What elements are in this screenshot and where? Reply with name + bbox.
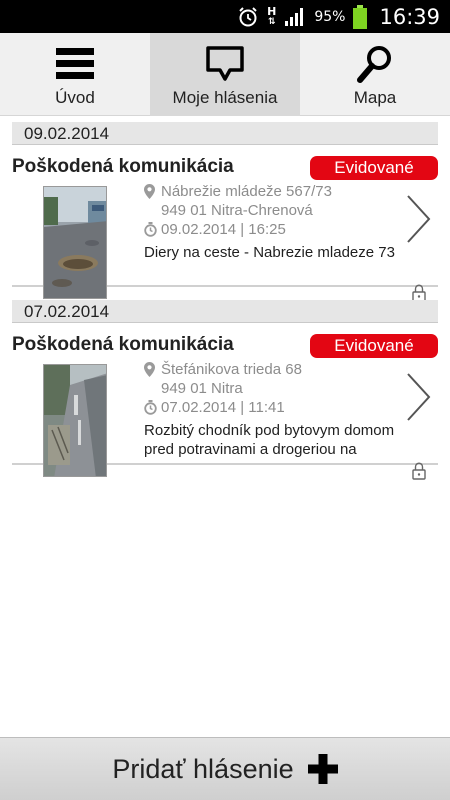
- reports-list: 09.02.2014 Poškodená komunikácia Evidova…: [12, 122, 438, 480]
- report-title: Poškodená komunikácia: [12, 334, 234, 355]
- location-pin-icon: [144, 182, 161, 204]
- lock-icon: [412, 462, 426, 480]
- address-line2: 949 01 Nitra-Chrenová: [161, 202, 313, 219]
- battery-icon: [353, 4, 368, 29]
- address-line1: Nábrežie mládeže 567/73: [161, 183, 332, 200]
- date-header: 07.02.2014: [12, 300, 438, 323]
- report-photo[interactable]: [43, 186, 107, 299]
- top-navigation: Úvod Moje hlásenia Mapa: [0, 33, 450, 116]
- add-report-button[interactable]: Pridať hlásenie: [0, 737, 450, 800]
- location-pin-icon: [144, 360, 161, 382]
- report-details: Nábrežie mládeže 567/73 949 01 Nitra-Chr…: [144, 182, 404, 262]
- status-bar: H ⇅ 95% 16:39: [0, 0, 450, 33]
- report-item[interactable]: 07.02.2014 Poškodená komunikácia Evidova…: [12, 300, 438, 480]
- report-datetime: 07.02.2014 | 11:41: [161, 399, 285, 416]
- chevron-right-icon[interactable]: [406, 194, 432, 244]
- report-description: Diery na ceste - Nabrezie mladeze 73: [144, 244, 395, 261]
- signal-icon: [285, 7, 304, 26]
- network-h-icon: H ⇅: [267, 4, 277, 27]
- tab-moje-hlasenia[interactable]: Moje hlásenia: [150, 33, 300, 116]
- tab-label: Moje hlásenia: [172, 88, 278, 107]
- tab-label: Mapa: [353, 88, 397, 107]
- address-line2: 949 01 Nitra: [161, 380, 243, 397]
- report-photo[interactable]: [43, 364, 107, 477]
- status-badge: Evidované: [310, 334, 438, 358]
- menu-icon: [55, 44, 95, 84]
- report-item[interactable]: 09.02.2014 Poškodená komunikácia Evidova…: [12, 122, 438, 302]
- clock: 16:39: [379, 4, 440, 29]
- report-title: Poškodená komunikácia: [12, 156, 234, 177]
- chevron-right-icon[interactable]: [406, 372, 432, 422]
- report-description: Rozbitý chodník pod bytovym domom pred p…: [144, 422, 395, 458]
- tab-label: Úvod: [55, 88, 95, 107]
- speech-bubble-icon: [205, 44, 245, 84]
- stopwatch-icon: [144, 220, 161, 242]
- report-details: Štefánikova trieda 68 949 01 Nitra 07.02…: [144, 360, 404, 459]
- status-badge: Evidované: [310, 156, 438, 180]
- tab-mapa[interactable]: Mapa: [300, 33, 450, 116]
- status-icons: H ⇅ 95% 16:39: [237, 0, 440, 33]
- battery-percent: 95%: [314, 8, 346, 25]
- address-line1: Štefánikova trieda 68: [161, 361, 302, 378]
- report-datetime: 09.02.2014 | 16:25: [161, 221, 286, 238]
- date-header: 09.02.2014: [12, 122, 438, 145]
- plus-icon: [307, 754, 338, 784]
- alarm-icon: [239, 6, 257, 26]
- add-report-label: Pridať hlásenie: [112, 753, 294, 784]
- network-type-label: H: [267, 4, 277, 18]
- search-icon: [355, 44, 395, 84]
- stopwatch-icon: [144, 398, 161, 420]
- tab-uvod[interactable]: Úvod: [0, 33, 150, 116]
